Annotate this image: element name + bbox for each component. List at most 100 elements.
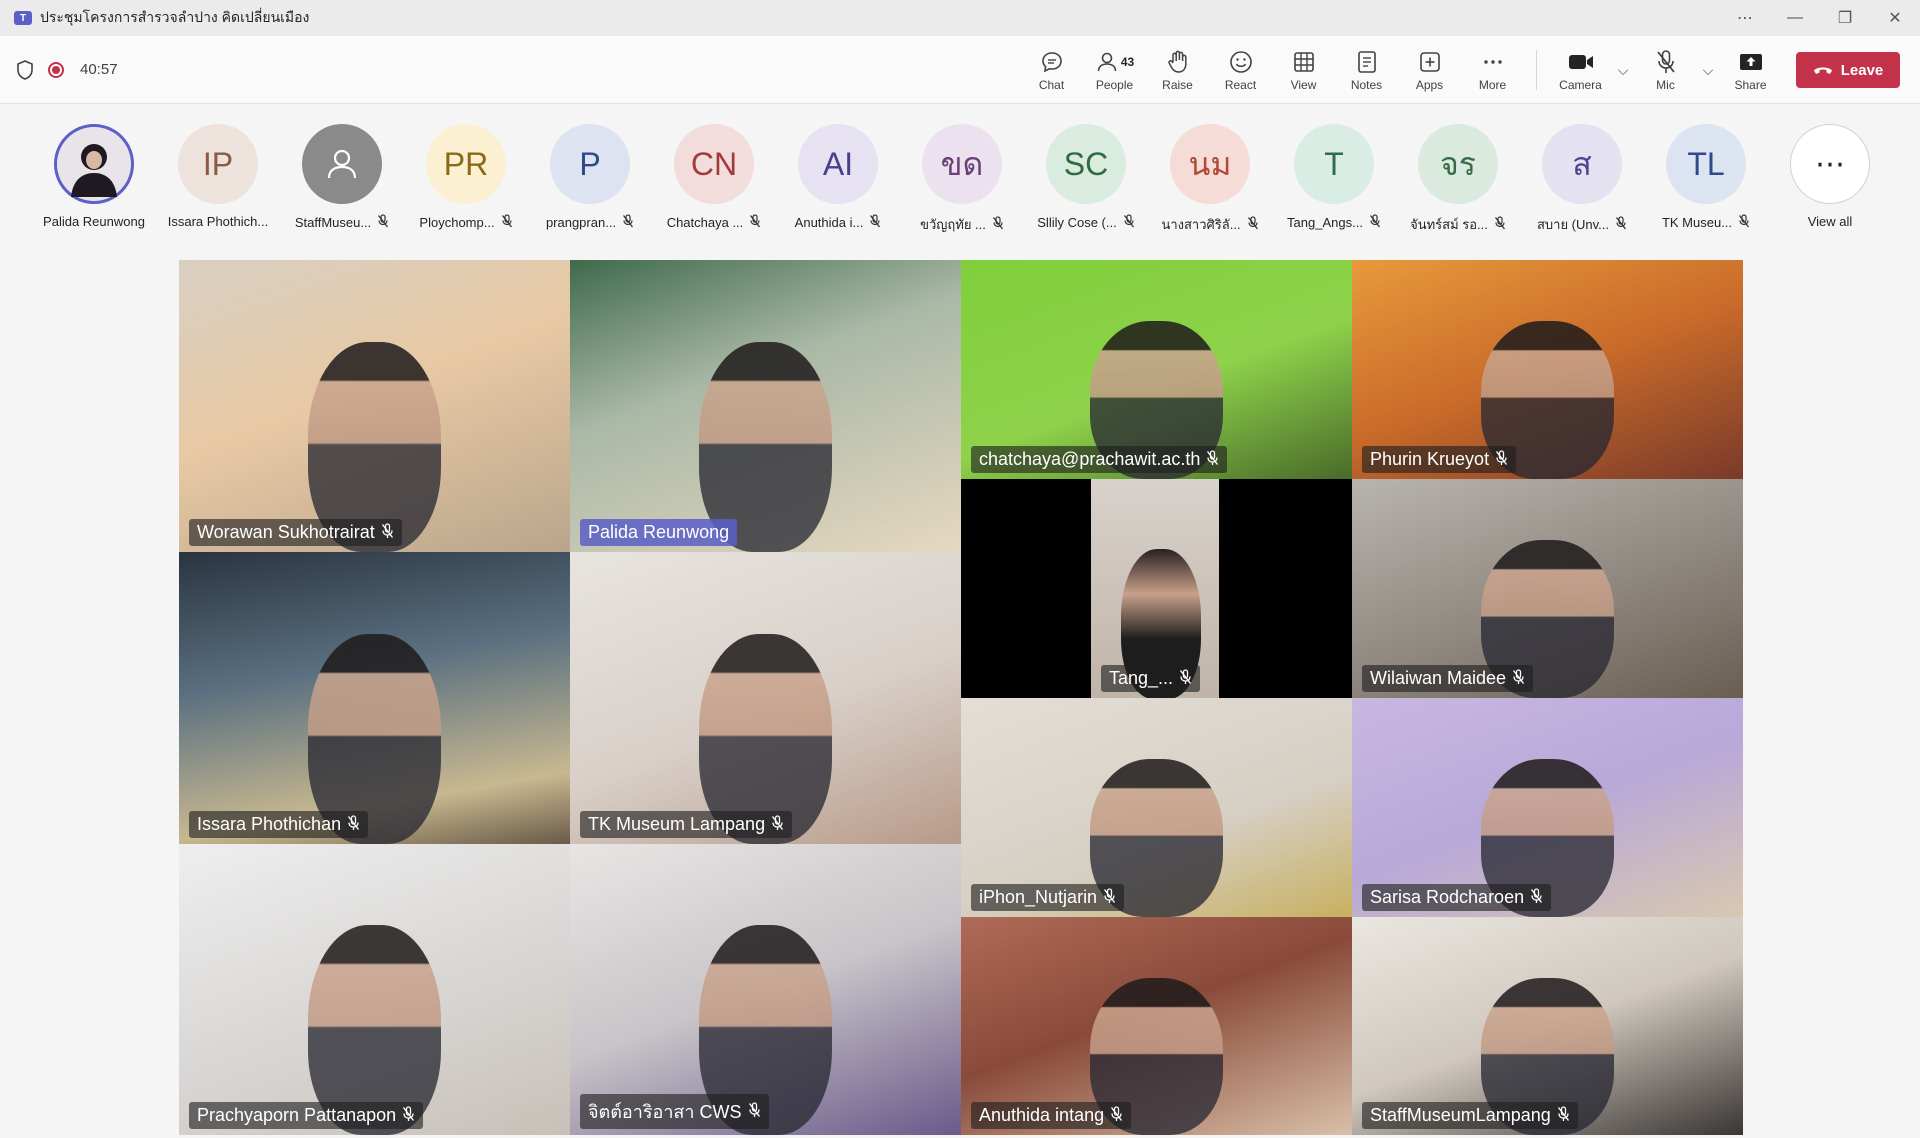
participant-name: Palida Reunwong: [588, 522, 730, 542]
camera-button[interactable]: Camera: [1549, 36, 1612, 104]
participant-name-label: TK Museum Lampang: [580, 811, 793, 838]
react-label: React: [1224, 78, 1257, 92]
close-icon[interactable]: ✕: [1870, 8, 1920, 28]
video-tile[interactable]: Tang_...: [961, 479, 1352, 698]
attendee-name-row: จันทร์สม์ รอ...: [1410, 214, 1506, 235]
avatar-initials: CN: [674, 124, 754, 204]
view-label: View: [1290, 78, 1317, 92]
mic-button[interactable]: Mic: [1634, 36, 1697, 104]
video-tile[interactable]: Sarisa Rodcharoen: [1352, 698, 1743, 917]
window-titlebar: T ประชุมโครงการสำรวจลำปาง คิดเปลี่ยนเมือ…: [0, 0, 1920, 36]
view-all-button[interactable]: ⋯ View all: [1768, 124, 1892, 229]
more-button[interactable]: More: [1461, 36, 1524, 104]
attendee-avatar-item[interactable]: Pprangpran...: [528, 124, 652, 231]
video-tile[interactable]: Issara Phothichan: [179, 552, 570, 844]
avatar-photo: [54, 124, 134, 204]
mic-muted-icon: [622, 214, 634, 231]
minimize-icon[interactable]: —: [1770, 9, 1820, 27]
attendee-avatar-item[interactable]: TL TK Museu...: [1644, 124, 1768, 231]
avatar-initials: PR: [426, 124, 506, 204]
attendee-name-row: TK Museu...: [1662, 214, 1750, 231]
attendee-avatar-item[interactable]: AI Anuthida i...: [776, 124, 900, 231]
attendee-avatar-item[interactable]: IP Issara Phothich...: [156, 124, 280, 229]
avatar-initials: T: [1294, 124, 1374, 204]
react-smiley-icon: [1229, 51, 1252, 73]
participant-name: Wilaiwan Maidee: [1370, 668, 1507, 688]
default-person-avatar: [302, 124, 382, 204]
toolbar-divider: [1536, 50, 1537, 90]
avatar-initials: TL: [1666, 124, 1746, 204]
attendee-avatar-item[interactable]: Palida Reunwong: [32, 124, 156, 229]
mic-muted-icon: [1656, 50, 1675, 73]
raise-hand-button[interactable]: Raise: [1146, 36, 1209, 104]
attendee-name-row: นางสาวศิริลั...: [1161, 214, 1258, 235]
attendee-avatar-item[interactable]: ขด ขวัญฤทัย ...: [900, 124, 1024, 235]
chat-icon: [1041, 52, 1062, 73]
video-tile[interactable]: chatchaya@prachawit.ac.th: [961, 260, 1352, 479]
mic-muted-icon: [1530, 888, 1543, 907]
participant-name: Tang_...: [1109, 668, 1174, 688]
apps-label: Apps: [1415, 78, 1444, 92]
participant-name-label: Worawan Sukhotrairat: [189, 519, 402, 546]
chat-button[interactable]: Chat: [1020, 36, 1083, 104]
participant-name-label: StaffMuseumLampang: [1362, 1102, 1578, 1129]
participant-name: chatchaya@prachawit.ac.th: [979, 449, 1201, 469]
notes-button[interactable]: Notes: [1335, 36, 1398, 104]
apps-button[interactable]: Apps: [1398, 36, 1461, 104]
attendee-name: Palida Reunwong: [43, 214, 145, 229]
video-tile[interactable]: Anuthida intang: [961, 917, 1352, 1135]
video-tile[interactable]: Prachyaporn Pattanapon: [179, 844, 570, 1135]
participant-name: จิตต์อาริอาสา CWS: [588, 1102, 742, 1122]
leave-button[interactable]: Leave: [1796, 52, 1900, 88]
attendee-avatar-item[interactable]: T Tang_Angs...: [1272, 124, 1396, 231]
attendee-name: Ploychomp...: [419, 215, 495, 230]
attendee-avatar-item[interactable]: SC Sllily Cose (...: [1024, 124, 1148, 231]
video-tile[interactable]: Palida Reunwong: [570, 260, 961, 552]
attendee-name: ขวัญฤทัย ...: [920, 217, 986, 232]
attendee-name: Sllily Cose (...: [1037, 215, 1117, 230]
attendee-name-row: Ploychomp...: [419, 214, 512, 231]
people-icon: [1097, 52, 1117, 72]
attendee-avatar-item[interactable]: CN Chatchaya ...: [652, 124, 776, 231]
react-button[interactable]: React: [1209, 36, 1272, 104]
avatar-initials: SC: [1046, 124, 1126, 204]
meeting-timer: 40:57: [80, 61, 118, 78]
attendee-name-row: Anuthida i...: [795, 214, 882, 231]
mic-muted-icon: [771, 815, 784, 834]
video-tile[interactable]: iPhon_Nutjarin: [961, 698, 1352, 917]
camera-options-chevron-icon[interactable]: ⌵: [1612, 62, 1634, 79]
video-tile[interactable]: Wilaiwan Maidee: [1352, 479, 1743, 698]
window-more-icon[interactable]: ⋯: [1720, 8, 1770, 28]
mic-muted-icon: [1179, 669, 1192, 688]
attendee-avatar-item[interactable]: สสบาย (Unv...: [1520, 124, 1644, 235]
recording-icon: [48, 61, 64, 78]
video-tile[interactable]: Worawan Sukhotrairat: [179, 260, 570, 552]
notes-icon: [1357, 51, 1376, 73]
view-button[interactable]: View: [1272, 36, 1335, 104]
restore-icon[interactable]: ❐: [1820, 8, 1870, 28]
participant-name-label: Palida Reunwong: [580, 519, 738, 546]
video-tile[interactable]: Phurin Krueyot: [1352, 260, 1743, 479]
video-tile[interactable]: จิตต์อาริอาสา CWS: [570, 844, 961, 1135]
mic-muted-icon: [347, 815, 360, 834]
mic-muted-icon: [1494, 216, 1506, 233]
video-tile[interactable]: TK Museum Lampang: [570, 552, 961, 844]
attendee-avatar-item[interactable]: StaffMuseu...: [280, 124, 404, 231]
shield-icon[interactable]: [16, 59, 34, 80]
attendee-avatar-item[interactable]: นม นางสาวศิริลั...: [1148, 124, 1272, 235]
attendee-name: StaffMuseu...: [294, 215, 372, 230]
attendee-name-row: prangpran...: [546, 214, 634, 231]
camera-icon: [1568, 55, 1593, 69]
mic-muted-icon: [1369, 214, 1381, 231]
attendee-name-row: Sllily Cose (...: [1037, 214, 1134, 231]
attendee-avatar-item[interactable]: จร จันทร์สม์ รอ...: [1396, 124, 1520, 235]
share-button[interactable]: Share: [1719, 36, 1782, 104]
attendee-avatar-item[interactable]: PR Ploychomp...: [404, 124, 528, 231]
participant-name: Sarisa Rodcharoen: [1370, 887, 1525, 907]
participant-name-label: Tang_...: [1101, 665, 1201, 692]
people-button[interactable]: 43 People: [1083, 36, 1146, 104]
video-tile[interactable]: StaffMuseumLampang: [1352, 917, 1743, 1135]
attendee-name-row: StaffMuseu...: [295, 214, 389, 231]
mic-options-chevron-icon[interactable]: ⌵: [1697, 62, 1719, 79]
window-title: ประชุมโครงการสำรวจลำปาง คิดเปลี่ยนเมือง: [40, 9, 310, 25]
